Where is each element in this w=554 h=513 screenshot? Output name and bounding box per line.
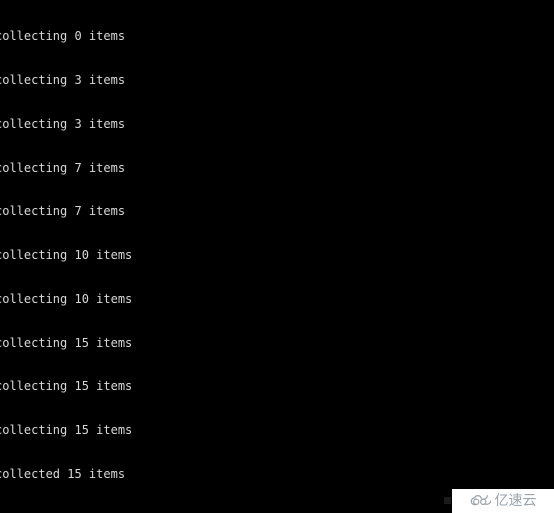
terminal-line: collecting 10 items — [0, 248, 133, 263]
watermark: 亿速云 — [452, 489, 554, 513]
terminal-line: collecting 0 items — [0, 29, 126, 44]
terminal-line: collecting 10 items — [0, 291, 133, 306]
terminal-output[interactable]: collecting 0 items collecting 3 items co… — [0, 0, 554, 513]
cloud-icon — [470, 494, 492, 508]
terminal-line: collecting 3 items — [0, 116, 126, 131]
terminal-line: collecting 15 items — [0, 379, 133, 394]
terminal-line: collecting 7 items — [0, 160, 126, 175]
terminal-line: collecting 7 items — [0, 204, 126, 219]
watermark-nub — [444, 497, 451, 504]
watermark-text: 亿速云 — [494, 493, 537, 509]
terminal-line: collected 15 items — [0, 467, 126, 481]
terminal-line: collecting 15 items — [0, 335, 133, 350]
terminal-screen: collecting 0 items collecting 3 items co… — [0, 0, 554, 513]
terminal-line: collecting 15 items — [0, 423, 133, 438]
terminal-line: collecting 3 items — [0, 72, 126, 87]
